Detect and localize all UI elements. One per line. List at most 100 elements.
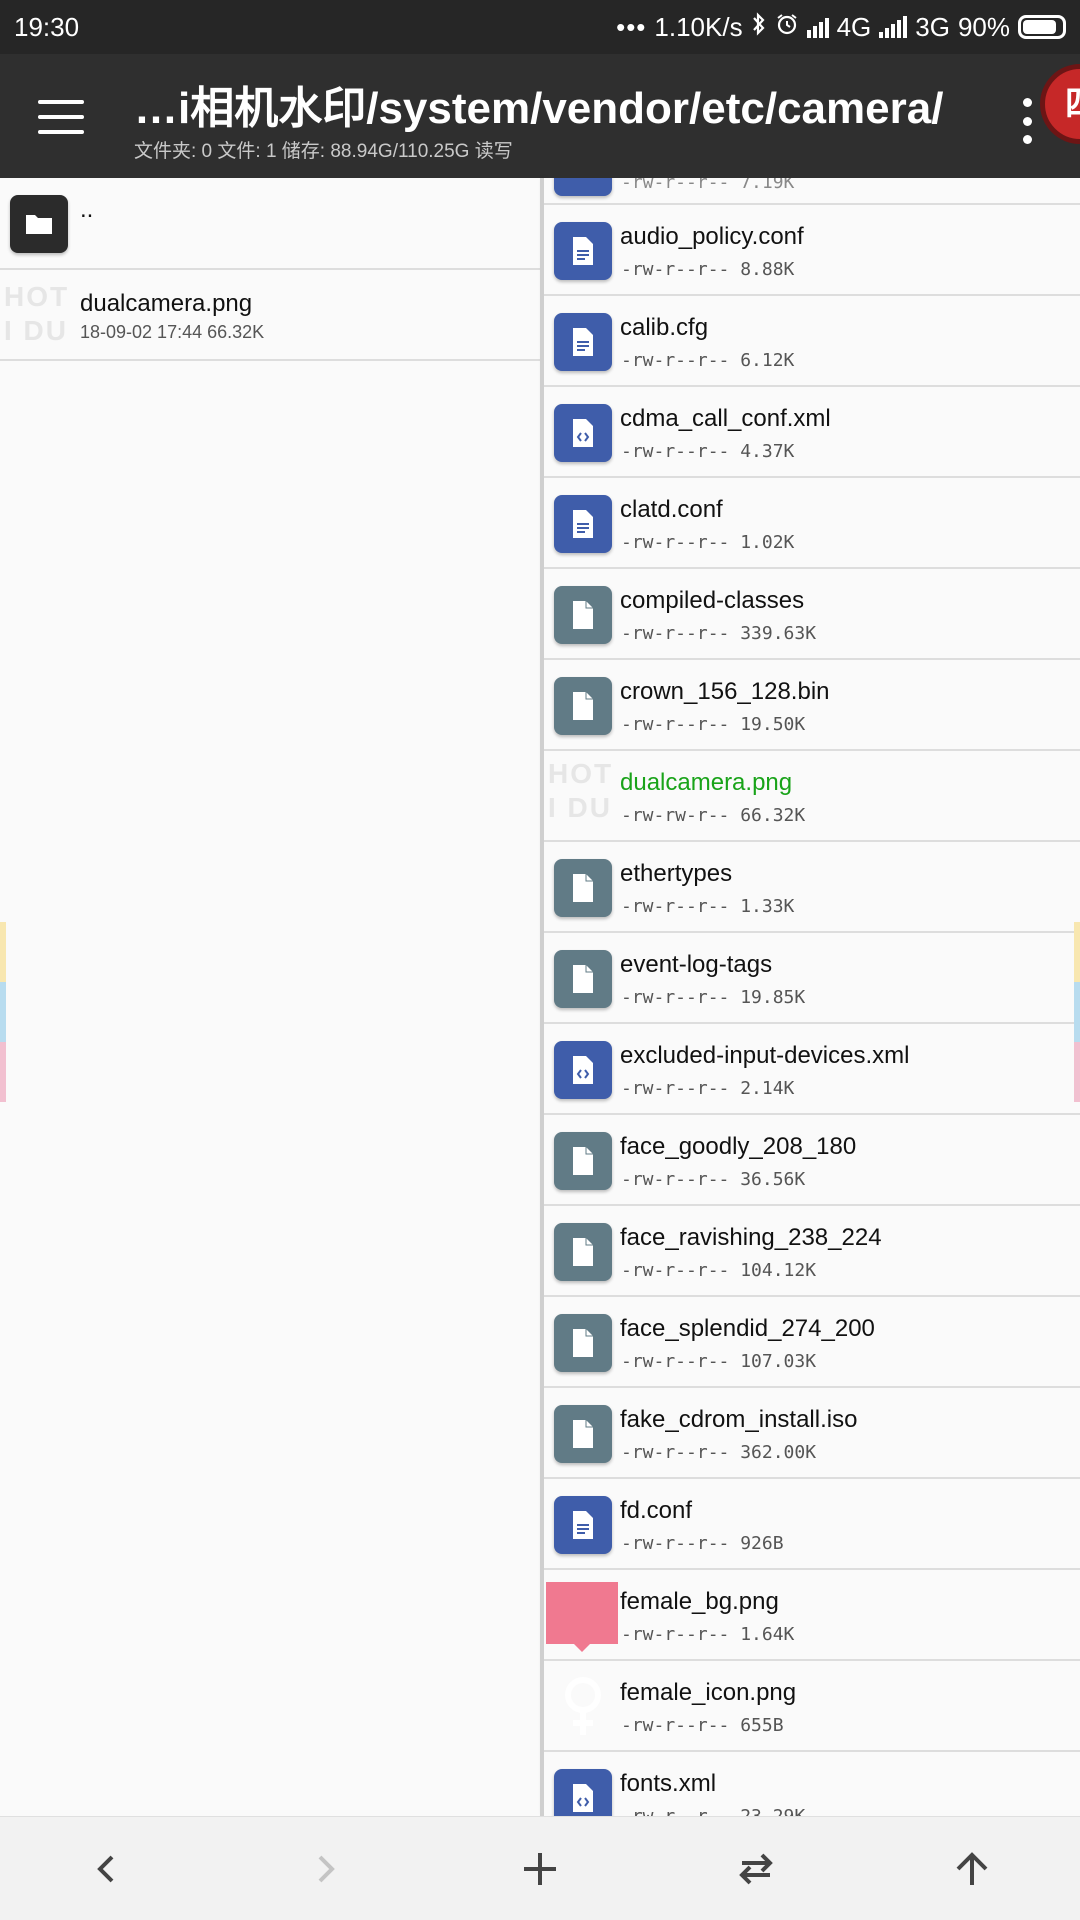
- bluetooth-icon: [751, 11, 767, 44]
- signal-icon: [879, 16, 908, 38]
- file-name: excluded-input-devices.xml: [620, 1042, 910, 1069]
- up-directory-button[interactable]: [864, 1817, 1080, 1920]
- right-file-pane[interactable]: -rw-r--r-- 7.19K audio_policy.conf -rw-r-…: [544, 178, 1080, 1816]
- file-name: face_ravishing_238_224: [620, 1224, 882, 1251]
- file-meta: -rw-r--r-- 1.02K: [621, 532, 795, 553]
- add-icon: [524, 1852, 556, 1885]
- file-icon: [554, 1223, 612, 1281]
- list-item[interactable]: clatd.conf -rw-r--r-- 1.02K: [544, 478, 1080, 569]
- hd-signal-icon: [806, 16, 829, 38]
- file-meta: -rw-r--r-- 1.64K: [621, 1624, 795, 1645]
- file-name: audio_policy.conf: [620, 223, 804, 250]
- file-name: dualcamera.png: [80, 290, 253, 317]
- fab-label: 四: [1065, 85, 1080, 123]
- path-info: 文件夹: 0 文件: 1 储存: 88.94G/110.25G 读写: [134, 141, 513, 162]
- file-icon: [554, 1405, 612, 1463]
- file-meta: -rw-r--r-- 655B: [621, 1715, 784, 1736]
- network-3g: 3G: [915, 11, 950, 42]
- file-icon: [554, 1132, 612, 1190]
- list-item[interactable]: face_goodly_208_180 -rw-r--r-- 36.56K: [544, 1115, 1080, 1206]
- file-meta: -rw-r--r-- 4.37K: [621, 441, 795, 462]
- file-name: calib.cfg: [620, 314, 709, 341]
- bottom-toolbar: [0, 1816, 1080, 1920]
- net-speed: 1.10K/s: [654, 11, 743, 42]
- path-title: …i相机水印/system/vendor/etc/camera/: [134, 84, 944, 133]
- file-meta: -rw-r--r-- 8.88K: [621, 259, 795, 280]
- list-item[interactable]: fd.conf -rw-r--r-- 926B: [544, 1479, 1080, 1570]
- file-meta: -rw-r--r-- 7.19K: [621, 178, 795, 193]
- file-list: audio_policy.conf -rw-r--r-- 8.88K calib.c…: [544, 205, 1080, 1816]
- more-dots-icon: •••: [616, 11, 647, 42]
- right-edge-strips: [1074, 922, 1080, 1102]
- file-meta: -rw-r--r-- 23.29K: [621, 1806, 805, 1816]
- doc-text-icon: [554, 222, 612, 280]
- file-name: compiled-classes: [620, 587, 805, 614]
- file-meta: -rw-r--r-- 19.85K: [621, 987, 806, 1008]
- overflow-menu-icon[interactable]: [1020, 98, 1034, 144]
- forward-icon: [318, 1855, 335, 1882]
- left-edge-strips: [0, 922, 6, 1102]
- file-name: fonts.xml: [620, 1770, 717, 1797]
- menu-icon[interactable]: [38, 100, 84, 134]
- forward-button[interactable]: [216, 1817, 432, 1920]
- file-meta: -rw-rw-r-- 66.32K: [621, 805, 806, 826]
- list-item[interactable]: HOT I DU dualcamera.png 18-09-02 17:44 66…: [0, 270, 540, 361]
- female-symbol-icon: [554, 1677, 612, 1736]
- parent-directory-label: ..: [80, 196, 94, 223]
- folder-icon: [10, 195, 68, 253]
- file-name: dualcamera.png: [620, 769, 793, 796]
- list-item[interactable]: -rw-r--r-- 7.19K: [544, 178, 1080, 205]
- file-name: crown_156_128.bin: [620, 678, 830, 705]
- list-item[interactable]: crown_156_128.bin -rw-r--r-- 19.50K: [544, 660, 1080, 751]
- file-meta: -rw-r--r-- 19.50K: [621, 714, 806, 735]
- pink-image-thumbnail: [546, 1582, 618, 1644]
- list-item[interactable]: cdma_call_conf.xml -rw-r--r-- 4.37K: [544, 387, 1080, 478]
- file-meta: 18-09-02 17:44 66.32K: [80, 322, 265, 342]
- file-name: face_splendid_274_200: [620, 1315, 875, 1342]
- file-icon: [554, 859, 612, 917]
- up-icon: [956, 1851, 988, 1885]
- network-4g: 4G: [836, 11, 872, 42]
- file-name: clatd.conf: [620, 496, 723, 523]
- code-file-icon: [554, 1041, 612, 1099]
- alarm-icon: [775, 12, 799, 43]
- list-item[interactable]: HOT I DU dualcamera.png -rw-rw-r-- 66.32K: [544, 751, 1080, 842]
- battery-percent: 90%: [957, 11, 1010, 42]
- file-name: female_bg.png: [620, 1588, 779, 1615]
- swap-panes-button[interactable]: [648, 1817, 864, 1920]
- parent-directory-row[interactable]: ..: [0, 178, 540, 270]
- file-meta: -rw-r--r-- 362.00K: [621, 1442, 817, 1463]
- list-item[interactable]: calib.cfg -rw-r--r-- 6.12K: [544, 296, 1080, 387]
- list-item[interactable]: event-log-tags -rw-r--r-- 19.85K: [544, 933, 1080, 1024]
- doc-text-icon: [554, 313, 612, 371]
- file-meta: -rw-r--r-- 104.12K: [621, 1260, 817, 1281]
- left-file-pane: .. HOT I DU dualcamera.png 18-09-02 17:44…: [0, 178, 540, 1816]
- file-icon: [554, 1314, 612, 1372]
- floating-action-button[interactable]: 四: [1040, 64, 1080, 144]
- list-item[interactable]: excluded-input-devices.xml -rw-r--r-- 2.1…: [544, 1024, 1080, 1115]
- list-item[interactable]: face_ravishing_238_224 -rw-r--r-- 104.12K: [544, 1206, 1080, 1297]
- file-icon: [554, 950, 612, 1008]
- app-bar: …i相机水印/system/vendor/etc/camera/ 文件夹: 0 …: [0, 54, 1080, 178]
- file-icon: [554, 586, 612, 644]
- file-name: female_icon.png: [620, 1679, 797, 1706]
- file-name: event-log-tags: [620, 951, 773, 978]
- add-button[interactable]: [432, 1817, 648, 1920]
- list-item[interactable]: ethertypes -rw-r--r-- 1.33K: [544, 842, 1080, 933]
- list-item[interactable]: compiled-classes -rw-r--r-- 339.63K: [544, 569, 1080, 660]
- file-name: fake_cdrom_install.iso: [620, 1406, 858, 1433]
- list-item[interactable]: female_icon.png -rw-r--r-- 655B: [544, 1661, 1080, 1752]
- status-icons: ••• 1.10K/s 4G 3G 90%: [616, 11, 1066, 44]
- list-item[interactable]: female_bg.png -rw-r--r-- 1.64K: [544, 1570, 1080, 1661]
- pink-thumbnail-tail: [572, 1642, 592, 1652]
- file-name: ethertypes: [620, 860, 733, 887]
- file-meta: -rw-r--r-- 339.63K: [621, 623, 817, 644]
- list-item[interactable]: fake_cdrom_install.iso -rw-r--r-- 362.00K: [544, 1388, 1080, 1479]
- list-item[interactable]: face_splendid_274_200 -rw-r--r-- 107.03K: [544, 1297, 1080, 1388]
- code-file-icon: [554, 404, 612, 462]
- list-item[interactable]: fonts.xml -rw-r--r-- 23.29K: [544, 1752, 1080, 1816]
- list-item[interactable]: audio_policy.conf -rw-r--r-- 8.88K: [544, 205, 1080, 296]
- code-file-icon: [554, 1769, 612, 1816]
- file-icon: [554, 677, 612, 735]
- back-button[interactable]: [0, 1817, 216, 1920]
